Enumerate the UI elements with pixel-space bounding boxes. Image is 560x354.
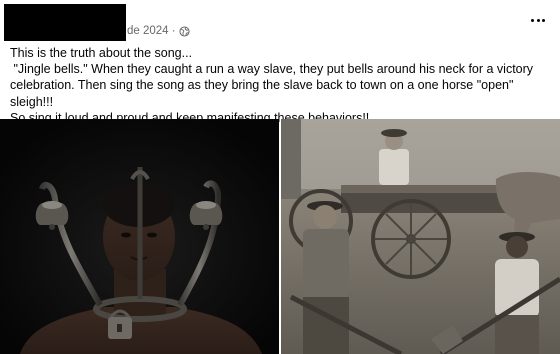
more-horizontal-icon bbox=[531, 18, 535, 22]
photo-right[interactable] bbox=[281, 119, 560, 354]
photo-left-image bbox=[0, 119, 279, 354]
photo-left[interactable] bbox=[0, 119, 279, 354]
more-options-button[interactable] bbox=[524, 9, 552, 31]
post-media bbox=[0, 119, 560, 354]
post-text-line: This is the truth about the song... bbox=[10, 46, 193, 60]
post-meta: de 2024 · bbox=[127, 24, 190, 38]
post-date[interactable]: de 2024 · bbox=[127, 25, 176, 37]
redacted-author bbox=[4, 4, 126, 41]
photo-right-image bbox=[281, 119, 560, 354]
post-message: This is the truth about the song... "Jin… bbox=[10, 45, 555, 126]
post-header: de 2024 · bbox=[0, 0, 560, 44]
post-text-line: celebration. Then sing the song as they … bbox=[10, 78, 517, 109]
post-text-line: "Jingle bells." When they caught a run a… bbox=[10, 62, 534, 77]
globe-icon bbox=[179, 25, 190, 37]
